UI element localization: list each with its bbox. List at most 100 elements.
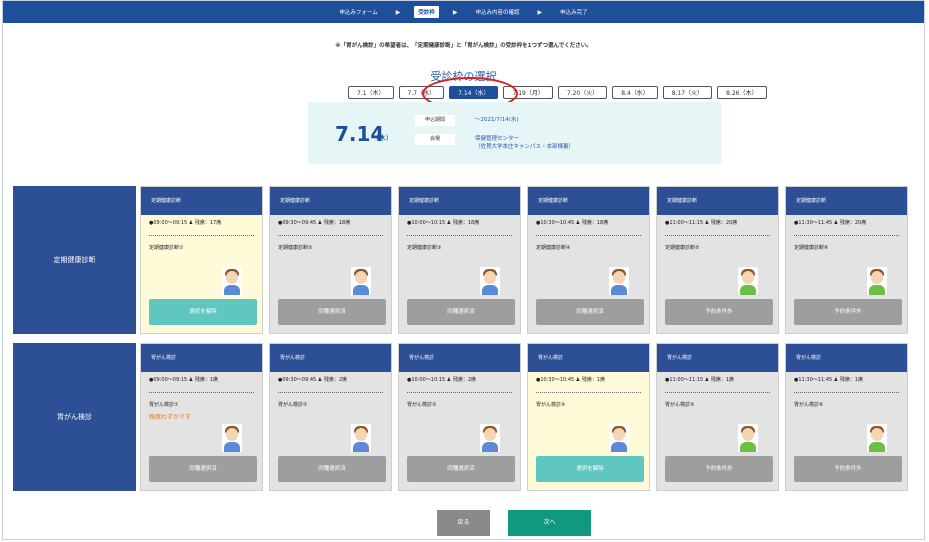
step-arrow-icon: ▶: [395, 8, 401, 16]
card-slot-name: 定期健康診断③: [407, 245, 442, 251]
card-title: 胃がん検診: [657, 344, 778, 372]
card-time-row: ●09:30～09:45 ♟ 残席：2席: [270, 372, 391, 383]
card-slot-name: 定期健康診断②: [278, 245, 313, 251]
step-form: 申込みフォーム: [339, 10, 378, 16]
person-icon: ♟: [317, 220, 323, 226]
card-remaining: 残席：2席: [452, 377, 477, 383]
page-frame: 申込みフォーム ▶ 受診枠 ▶ 申込み内容の確認 ▶ 申込み完了 ※「胃がん検診…: [2, 0, 925, 540]
date-selector: 7.1（木） 7.7（水） 7.14（水） 7.19（月） 7.20（火） 8.…: [348, 86, 767, 99]
date-button[interactable]: 8.26（木）: [717, 86, 767, 99]
slot-card: 胃がん検診 ●10:30～10:45 ♟ 残席：1席 胃がん検診④ 選択を解除: [527, 343, 650, 491]
slot-status-button[interactable]: 予約条件外: [665, 456, 773, 482]
card-time-row: ●09:00～09:15 ♟ 残席：17席: [141, 215, 262, 226]
card-time: 10:30～10:45: [540, 377, 575, 383]
slot-status-button[interactable]: 同種選択済: [536, 299, 644, 325]
slot-row: 定期健康診断 定期健康診断 ●09:00～09:15 ♟ 残席：17席 定期健康診断①…: [13, 186, 908, 334]
slot-row: 胃がん検診 胃がん検診 ●09:00～09:15 ♟ 残席：1席 胃がん検診① 残席わず…: [13, 343, 908, 491]
person-icon: ♟: [317, 377, 323, 383]
slot-status-button[interactable]: 同種選択済: [149, 456, 257, 482]
slot-card: 定期健康診断 ●11:30～11:45 ♟ 残席：20席 定期健康診断⑥ 予約条件外: [785, 186, 908, 334]
card-time-row: ●09:30～09:45 ♟ 残席：18席: [270, 215, 391, 226]
card-title: 定期健康診断: [270, 187, 391, 215]
date-button[interactable]: 8.17（火）: [662, 86, 713, 99]
woman-avatar-icon: [738, 267, 758, 295]
card-time-row: ●11:00～11:15 ♟ 残席：20席: [657, 215, 778, 226]
card-remaining: 残席：1席: [710, 377, 735, 383]
card-time: 10:30～10:45: [540, 220, 575, 226]
card-time-row: ●11:30～11:45 ♟ 残席：20席: [786, 215, 907, 226]
date-button[interactable]: 8.4（水）: [612, 86, 658, 99]
card-time: 09:30～09:45: [282, 377, 317, 383]
person-icon: ♟: [833, 377, 839, 383]
card-remaining: 残席：1席: [194, 377, 219, 383]
person-icon: ♟: [704, 220, 710, 226]
step-confirm: 申込み内容の確認: [475, 10, 520, 16]
man-avatar-icon: [351, 267, 371, 295]
slot-card: 定期健康診断 ●09:00～09:15 ♟ 残席：17席定期健康診断① 選択を解除: [140, 186, 263, 334]
deadline-label: 申込期間: [415, 115, 455, 126]
card-time: 11:30～11:45: [798, 220, 833, 226]
slot-status-button[interactable]: 同種選択済: [278, 299, 386, 325]
card-time-row: ●09:00～09:15 ♟ 残席：1席: [141, 372, 262, 383]
row-label: 胃がん検診: [13, 343, 136, 491]
release-selection-button[interactable]: 選択を解除: [536, 456, 644, 482]
venue-line: 保健管理センター: [475, 136, 520, 142]
card-title: 定期健康診断: [141, 187, 262, 215]
man-avatar-icon: [609, 424, 629, 452]
man-avatar-icon: [222, 267, 242, 295]
card-remaining: 残席：18席: [452, 220, 480, 226]
slot-card: 胃がん検診 ●10:00～10:15 ♟ 残席：2席 胃がん検診③ 同種選択済: [398, 343, 521, 491]
date-button[interactable]: 7.1（木）: [348, 86, 394, 99]
card-remaining: 残席：18席: [323, 220, 351, 226]
date-info-panel: 7.14 (水) 申込期間 ～2021/7/14(水) 会場 保健管理センター …: [308, 102, 721, 164]
card-title: 胃がん検診: [141, 344, 262, 372]
person-icon: ♟: [188, 220, 194, 226]
card-title: 定期健康診断: [657, 187, 778, 215]
back-button[interactable]: 戻る: [437, 510, 490, 536]
card-remaining: 残席：20席: [710, 220, 738, 226]
venue-label: 会場: [415, 134, 455, 145]
slot-status-button[interactable]: 予約条件外: [794, 299, 902, 325]
card-title: 定期健康診断: [399, 187, 520, 215]
slot-status-button[interactable]: 同種選択済: [407, 299, 515, 325]
slot-card: 定期健康診断 ●10:30～10:45 ♟ 残席：18席 定期健康診断④ 同種選択済: [527, 186, 650, 334]
card-slot-name: 胃がん検診②: [278, 402, 308, 408]
card-time: 09:00～09:15: [153, 220, 188, 226]
card-slot-name: 胃がん検診①: [149, 402, 179, 408]
person-icon: ♟: [446, 220, 452, 226]
slot-status-button[interactable]: 予約条件外: [665, 299, 773, 325]
woman-avatar-icon: [867, 424, 887, 452]
card-slot-name: 胃がん検診④: [536, 402, 566, 408]
card-time: 10:00～10:15: [411, 220, 446, 226]
deadline-value: ～2021/7/14(水): [475, 117, 519, 123]
card-time-row: ●11:00～11:15 ♟ 残席：1席: [657, 372, 778, 383]
step-arrow-icon: ▶: [537, 8, 543, 16]
selected-weekday: (水): [376, 134, 389, 142]
slot-status-button[interactable]: 同種選択済: [278, 456, 386, 482]
card-title: 胃がん検診: [270, 344, 391, 372]
card-title: 胃がん検診: [786, 344, 907, 372]
slot-status-button[interactable]: 同種選択済: [407, 456, 515, 482]
card-slot-name: 定期健康診断①: [149, 245, 184, 251]
card-slot-name: 定期健康診断⑥: [794, 245, 829, 251]
step-complete: 申込み完了: [560, 10, 588, 16]
date-button[interactable]: 7.20（火）: [557, 86, 608, 99]
woman-avatar-icon: [738, 424, 758, 452]
slot-status-button[interactable]: 予約条件外: [794, 456, 902, 482]
card-title: 胃がん検診: [399, 344, 520, 372]
card-slot-name: 胃がん検診⑥: [794, 402, 824, 408]
next-button[interactable]: 次へ: [508, 510, 591, 536]
slot-card: 胃がん検診 ●09:30～09:45 ♟ 残席：2席胃がん検診② 同種選択済: [269, 343, 392, 491]
card-time-row: ●10:30～10:45 ♟ 残席：18席: [528, 215, 649, 226]
release-selection-button[interactable]: 選択を解除: [149, 299, 257, 325]
card-remaining: 残席：18席: [581, 220, 609, 226]
person-icon: ♟: [188, 377, 194, 383]
person-icon: ♟: [575, 220, 581, 226]
card-title: 定期健康診断: [528, 187, 649, 215]
person-icon: ♟: [446, 377, 452, 383]
card-title: 胃がん検診: [528, 344, 649, 372]
venue-value: 保健管理センター （佐賀大学本庄キャンパス・本部棟裏）: [475, 135, 574, 151]
card-time-row: ●10:00～10:15 ♟ 残席：18席: [399, 215, 520, 226]
card-slot-name: 定期健康診断⑤: [665, 245, 700, 251]
card-remaining: 残席：2席: [323, 377, 348, 383]
